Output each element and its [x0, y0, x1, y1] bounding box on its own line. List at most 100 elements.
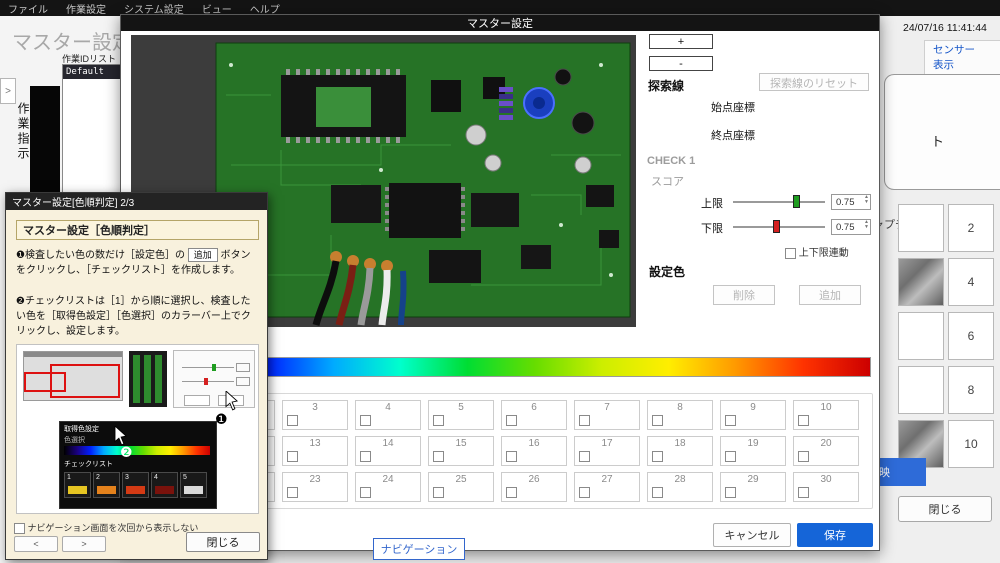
checklist-cell[interactable]: 19 [720, 436, 786, 466]
lower-limit-value[interactable]: 0.75 ▲ ▼ [831, 219, 871, 235]
cell-checkbox[interactable] [652, 487, 663, 498]
next-page-button[interactable]: > [62, 536, 106, 552]
zoom-out-button[interactable]: - [649, 56, 713, 71]
cell-checkbox[interactable] [725, 487, 736, 498]
upper-limit-value[interactable]: 0.75 ▲ ▼ [831, 194, 871, 210]
add-button[interactable]: 追加 [799, 285, 861, 305]
cell-checkbox[interactable] [360, 451, 371, 462]
slot-cell[interactable] [898, 366, 944, 414]
cell-checkbox[interactable] [798, 451, 809, 462]
upper-limit-slider[interactable] [733, 195, 825, 208]
checklist-cell[interactable]: 16 [501, 436, 567, 466]
mini-color-grid-graphic [129, 351, 167, 407]
slot-number-cell[interactable]: 6 [948, 312, 994, 360]
lower-slider-handle[interactable] [773, 220, 780, 233]
cancel-button[interactable]: キャンセル [713, 523, 791, 547]
checklist-cell[interactable]: 4 [355, 400, 421, 430]
cell-checkbox[interactable] [652, 451, 663, 462]
slot-cell[interactable] [898, 312, 944, 360]
checklist-cell[interactable]: 29 [720, 472, 786, 502]
checklist-cell[interactable]: 20 [793, 436, 859, 466]
cell-number: 6 [531, 402, 537, 413]
cell-number: 28 [674, 474, 686, 485]
checklist-cell[interactable]: 18 [647, 436, 713, 466]
delete-button[interactable]: 削除 [713, 285, 775, 305]
cell-checkbox[interactable] [433, 451, 444, 462]
checklist-cell[interactable]: 28 [647, 472, 713, 502]
cell-number: 19 [747, 438, 759, 449]
cell-checkbox[interactable] [360, 487, 371, 498]
link-upper-lower-checkbox[interactable] [785, 247, 796, 259]
step2-badge: ❷ [120, 444, 133, 460]
zoom-in-button[interactable]: + [649, 34, 713, 49]
cell-number: 9 [750, 402, 756, 413]
checklist-cell[interactable]: 3 [282, 400, 348, 430]
cell-checkbox[interactable] [506, 415, 517, 426]
dont-show-checkbox[interactable] [14, 523, 25, 535]
cell-checkbox[interactable] [287, 415, 298, 426]
checklist-cell[interactable]: 14 [355, 436, 421, 466]
popup-close-button[interactable]: 閉じる [186, 532, 260, 552]
cell-checkbox[interactable] [725, 415, 736, 426]
popup-title-bar[interactable]: マスター設定[色順判定] 2/3 [6, 193, 267, 210]
background-close-button[interactable]: 閉じる [898, 496, 992, 522]
cell-checkbox[interactable] [579, 451, 590, 462]
save-button[interactable]: 保存 [797, 523, 873, 547]
checklist-cell[interactable]: 25 [428, 472, 494, 502]
cell-checkbox[interactable] [798, 415, 809, 426]
cell-number: 3 [312, 402, 318, 413]
thumbnail-image[interactable] [898, 258, 944, 306]
slot-number-cell[interactable]: 8 [948, 366, 994, 414]
upper-slider-handle[interactable] [793, 195, 800, 208]
menu-item[interactable]: ファイル [8, 1, 48, 16]
cell-number: 4 [385, 402, 391, 413]
checklist-cell[interactable]: 13 [282, 436, 348, 466]
checklist-cell[interactable]: 9 [720, 400, 786, 430]
cell-checkbox[interactable] [433, 487, 444, 498]
work-id-selected-item[interactable]: Default [63, 65, 123, 79]
cell-number: 15 [455, 438, 467, 449]
checklist-cell[interactable]: 27 [574, 472, 640, 502]
checklist-cell[interactable]: 7 [574, 400, 640, 430]
work-id-listbox[interactable]: Default [62, 64, 124, 194]
spinner-arrows-icon[interactable]: ▲ ▼ [864, 195, 869, 205]
slot-cell[interactable] [898, 204, 944, 252]
checklist-cell[interactable]: 5 [428, 400, 494, 430]
slot-number-cell[interactable]: 10 [948, 420, 994, 468]
checklist-cell[interactable]: 17 [574, 436, 640, 466]
dont-show-label: ナビゲーション画面を次回から表示しない [27, 523, 199, 533]
cell-checkbox[interactable] [506, 487, 517, 498]
cell-checkbox[interactable] [287, 451, 298, 462]
cell-checkbox[interactable] [506, 451, 517, 462]
cell-checkbox[interactable] [652, 415, 663, 426]
cell-checkbox[interactable] [287, 487, 298, 498]
sidebar-collapse-chevron[interactable]: > [0, 78, 16, 104]
cell-checkbox[interactable] [360, 415, 371, 426]
menu-item[interactable]: 作業設定 [66, 1, 106, 16]
checklist-cell[interactable]: 6 [501, 400, 567, 430]
cell-number: 29 [747, 474, 759, 485]
cell-checkbox[interactable] [725, 451, 736, 462]
prev-page-button[interactable]: < [14, 536, 58, 552]
cell-checkbox[interactable] [433, 415, 444, 426]
dialog-title-bar[interactable]: マスター設定 [121, 15, 879, 31]
cell-checkbox[interactable] [579, 487, 590, 498]
mini-checklist-label: チェックリスト [64, 461, 113, 468]
cell-checkbox[interactable] [798, 487, 809, 498]
end-coordinate-label: 終点座標 [711, 130, 755, 142]
slot-number-cell[interactable]: 4 [948, 258, 994, 306]
checklist-cell[interactable]: 30 [793, 472, 859, 502]
checklist-cell[interactable]: 8 [647, 400, 713, 430]
lower-limit-slider[interactable] [733, 220, 825, 233]
start-coordinate-label: 始点座標 [711, 102, 755, 114]
slot-number-cell[interactable]: 2 [948, 204, 994, 252]
navigation-button[interactable]: ナビゲーション [373, 538, 465, 560]
checklist-cell[interactable]: 10 [793, 400, 859, 430]
checklist-cell[interactable]: 23 [282, 472, 348, 502]
checklist-cell[interactable]: 26 [501, 472, 567, 502]
checklist-cell[interactable]: 24 [355, 472, 421, 502]
checklist-cell[interactable]: 15 [428, 436, 494, 466]
spinner-arrows-icon[interactable]: ▲ ▼ [864, 220, 869, 230]
cell-checkbox[interactable] [579, 415, 590, 426]
search-line-reset-button[interactable]: 探索線のリセット [759, 73, 869, 91]
